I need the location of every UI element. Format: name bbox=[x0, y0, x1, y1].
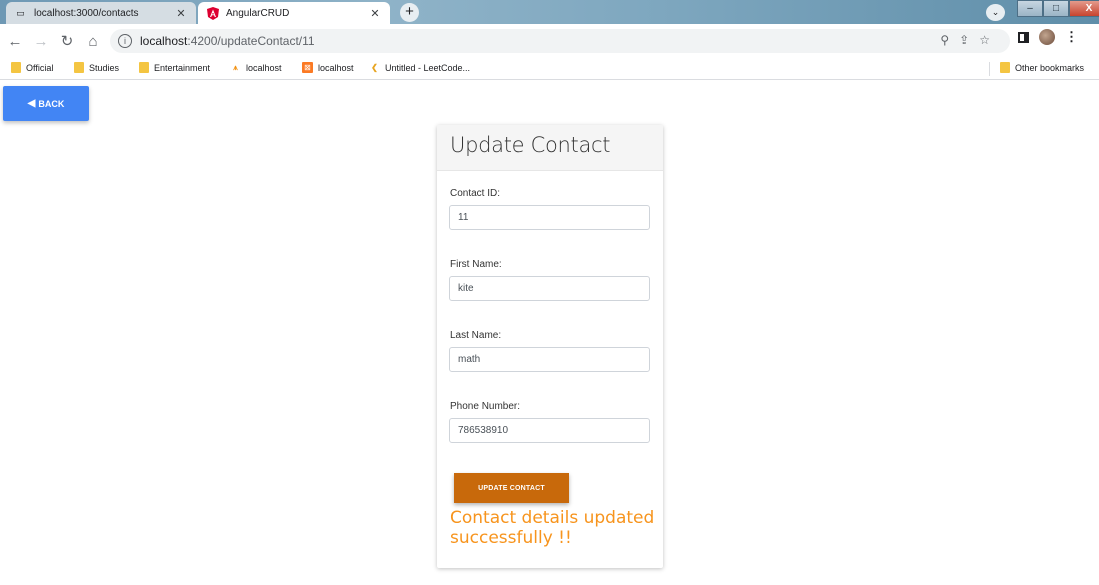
reload-icon[interactable]: ↻ bbox=[56, 30, 78, 52]
arrow-left-icon: ◀ bbox=[27, 98, 36, 109]
bookmark-label: localhost bbox=[246, 62, 282, 73]
tab-strip: ▭ localhost:3000/contacts ✕ AngularCRUD … bbox=[0, 0, 1099, 24]
first-name-label: First Name: bbox=[450, 259, 502, 270]
avatar[interactable] bbox=[1039, 29, 1055, 45]
folder-icon bbox=[74, 62, 84, 73]
phone-number-label: Phone Number: bbox=[450, 401, 521, 412]
tab-title: AngularCRUD bbox=[226, 7, 290, 19]
bookmark-leetcode[interactable]: ❮ Untitled - LeetCode... bbox=[369, 62, 470, 73]
close-window-icon[interactable]: X bbox=[1069, 0, 1099, 17]
close-tab-icon[interactable]: ✕ bbox=[174, 7, 188, 20]
card-title: Update Contact bbox=[437, 125, 663, 171]
side-panel-icon[interactable] bbox=[1018, 31, 1029, 43]
back-label: BACK bbox=[38, 98, 65, 109]
bookmarks-divider bbox=[989, 62, 990, 76]
url-path: :4200/updateContact/11 bbox=[187, 34, 315, 48]
back-button[interactable]: ◀ BACK bbox=[3, 86, 89, 121]
window-controls: – □ X bbox=[1017, 0, 1099, 18]
tab-search-chevron-icon[interactable]: ⌄ bbox=[986, 4, 1005, 21]
tab-angularcrud[interactable]: AngularCRUD ✕ bbox=[198, 2, 390, 24]
update-contact-card: Update Contact Contact ID: First Name: L… bbox=[437, 125, 663, 568]
folder-icon bbox=[1000, 62, 1010, 73]
bookmark-localhost-xampp[interactable]: ⊠ localhost bbox=[302, 62, 354, 73]
page-icon: ▭ bbox=[16, 7, 25, 18]
angular-icon bbox=[206, 6, 219, 20]
url-host: localhost bbox=[140, 34, 188, 48]
maximize-icon[interactable]: □ bbox=[1043, 0, 1069, 17]
close-tab-icon[interactable]: ✕ bbox=[368, 7, 382, 20]
last-name-input[interactable] bbox=[449, 347, 650, 372]
success-message: Contact details updated successfully !! bbox=[450, 508, 655, 548]
phone-number-input[interactable] bbox=[449, 418, 650, 443]
bookmark-label: Other bookmarks bbox=[1015, 62, 1085, 73]
site-info-icon[interactable]: i bbox=[118, 34, 132, 48]
bookmark-studies[interactable]: Studies bbox=[74, 62, 119, 73]
home-icon[interactable]: ⌂ bbox=[82, 30, 104, 52]
bookmarks-bar: Official Studies Entertainment ⩚ localho… bbox=[0, 58, 1099, 80]
bookmark-label: localhost bbox=[318, 62, 354, 73]
minimize-icon[interactable]: – bbox=[1017, 0, 1043, 17]
pma-icon: ⩚ bbox=[233, 62, 238, 72]
forward-arrow-icon[interactable]: → bbox=[30, 30, 52, 52]
bookmark-entertainment[interactable]: Entertainment bbox=[139, 62, 210, 73]
bookmark-label: Entertainment bbox=[154, 62, 211, 73]
contact-id-input[interactable] bbox=[449, 205, 650, 230]
address-bar[interactable]: i localhost:4200/updateContact/11 ⚲ ⇪ ☆ bbox=[110, 29, 1010, 53]
xampp-icon: ⊠ bbox=[302, 62, 313, 73]
bookmark-label: Official bbox=[26, 62, 54, 73]
bookmark-localhost-pma[interactable]: ⩚ localhost bbox=[230, 62, 282, 73]
back-arrow-icon[interactable]: ← bbox=[4, 30, 26, 52]
new-tab-button[interactable]: + bbox=[400, 3, 419, 22]
update-contact-button[interactable]: UPDATE CONTACT bbox=[454, 473, 569, 503]
last-name-label: Last Name: bbox=[450, 330, 502, 341]
bookmark-label: Studies bbox=[89, 62, 120, 73]
share-icon[interactable]: ⇪ bbox=[959, 33, 969, 47]
bookmark-official[interactable]: Official bbox=[11, 62, 53, 73]
bookmark-other[interactable]: Other bookmarks bbox=[1000, 62, 1084, 73]
bookmark-label: Untitled - LeetCode... bbox=[385, 62, 471, 73]
zoom-icon[interactable]: ⚲ bbox=[940, 33, 949, 47]
leetcode-icon: ❮ bbox=[371, 63, 378, 72]
star-icon[interactable]: ☆ bbox=[979, 33, 990, 47]
folder-icon bbox=[139, 62, 149, 73]
tab-title: localhost:3000/contacts bbox=[34, 7, 139, 19]
menu-icon[interactable]: ⋮ bbox=[1065, 29, 1078, 45]
folder-icon bbox=[11, 62, 21, 73]
browser-toolbar: ← → ↻ ⌂ i localhost:4200/updateContact/1… bbox=[0, 24, 1099, 58]
tab-contacts[interactable]: ▭ localhost:3000/contacts ✕ bbox=[6, 2, 196, 24]
contact-id-label: Contact ID: bbox=[450, 188, 501, 199]
toolbar-right: ⋮ bbox=[1018, 29, 1078, 45]
first-name-input[interactable] bbox=[449, 276, 650, 301]
